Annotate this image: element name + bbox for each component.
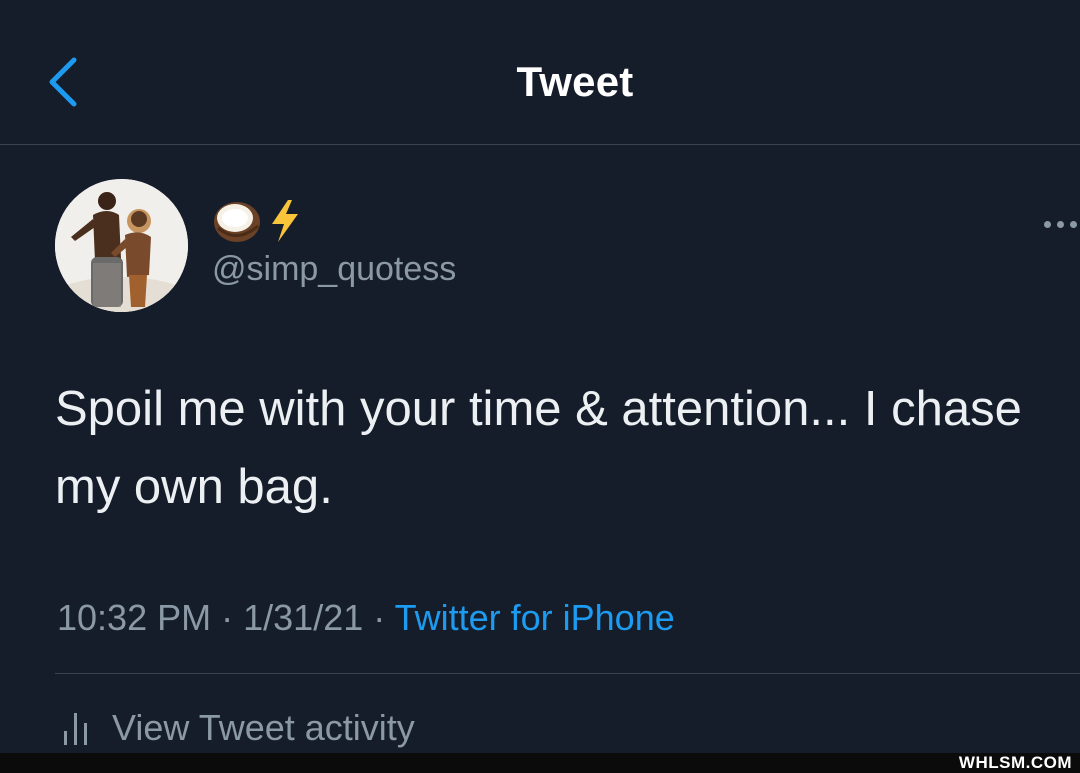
meta-separator: · xyxy=(221,597,234,638)
activity-label: View Tweet activity xyxy=(112,707,415,748)
avatar[interactable] xyxy=(55,179,188,312)
more-horizontal-icon xyxy=(1070,220,1077,228)
display-name[interactable] xyxy=(212,196,302,246)
lightning-bolt-icon xyxy=(272,200,298,242)
tweet-text: Spoil me with your time & attention... I… xyxy=(55,382,1022,514)
meta-separator: · xyxy=(373,597,386,638)
more-horizontal-icon xyxy=(1044,220,1051,228)
divider xyxy=(55,673,1080,674)
user-handle[interactable]: @simp_quotess xyxy=(212,250,456,289)
watermark: WHLSM.COM xyxy=(958,753,1072,772)
more-horizontal-icon xyxy=(1057,220,1064,228)
coconut-icon xyxy=(214,202,260,242)
tweet-source-link[interactable]: Twitter for iPhone xyxy=(395,597,675,638)
view-tweet-activity-button[interactable]: View Tweet activity xyxy=(62,706,415,750)
tweet-metadata: 10:32 PM · 1/31/21 · Twitter for iPhone xyxy=(57,597,675,639)
navigation-bar: Tweet xyxy=(0,0,1080,145)
profile-photo xyxy=(55,179,188,312)
bar-chart-icon xyxy=(64,713,87,745)
tweet-time: 10:32 PM xyxy=(57,597,212,638)
page-title: Tweet xyxy=(516,58,634,105)
watermark-bar: WHLSM.COM xyxy=(0,753,1080,773)
more-options-button[interactable] xyxy=(1044,212,1080,236)
tweet-date: 1/31/21 xyxy=(243,597,364,638)
